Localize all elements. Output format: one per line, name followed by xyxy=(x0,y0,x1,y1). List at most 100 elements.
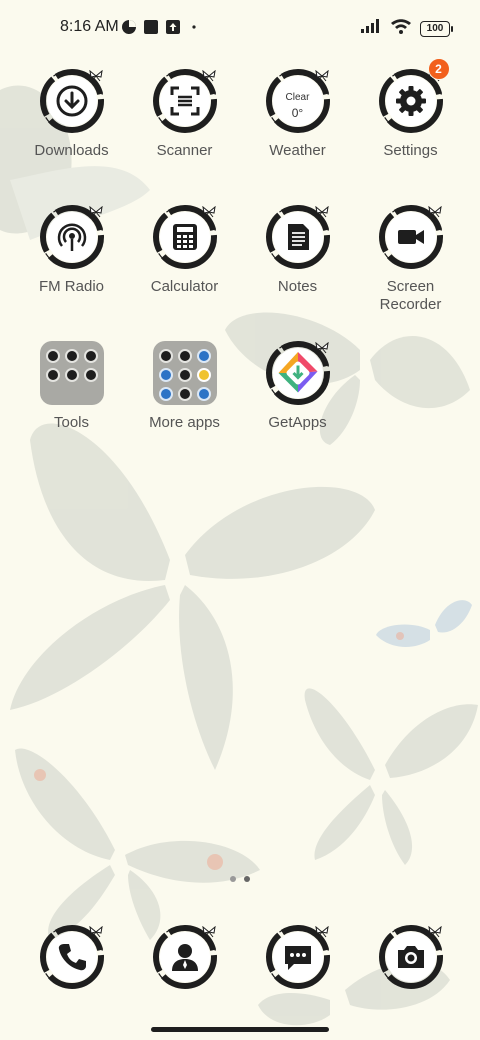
dock-camera[interactable] xyxy=(354,922,467,992)
signal-icon xyxy=(360,18,382,39)
dot-icon xyxy=(192,18,196,36)
notes-app-icon[interactable] xyxy=(263,202,333,272)
folder-more-apps[interactable]: More apps xyxy=(128,338,241,432)
folder-app-icon xyxy=(196,368,211,382)
upload-icon xyxy=(165,18,181,36)
status-indicators: 100 xyxy=(360,18,453,39)
app-label: Scanner xyxy=(156,142,213,159)
camera-icon xyxy=(397,946,424,968)
folder-app-icon xyxy=(158,349,173,363)
folder-preview xyxy=(39,341,104,405)
moth-icon xyxy=(428,926,441,938)
moth-icon xyxy=(202,926,215,938)
app-label: GetApps xyxy=(268,414,327,431)
moth-icon xyxy=(315,342,328,354)
folder-app-icon xyxy=(64,368,79,382)
message-icon xyxy=(284,946,311,970)
scanner-app-icon[interactable] xyxy=(150,66,220,136)
moth-icon xyxy=(202,70,215,82)
folder-app-icon xyxy=(45,349,60,363)
wifi-icon xyxy=(390,18,412,39)
app-label: Settings xyxy=(383,142,438,159)
app-label: Screen Recorder xyxy=(379,278,442,313)
folder-tools[interactable]: Tools xyxy=(15,338,128,432)
app-screen-recorder[interactable]: Screen Recorder xyxy=(354,202,467,314)
app-weather[interactable]: Clear 0° Weather xyxy=(241,66,354,160)
folder-app-icon xyxy=(83,349,98,363)
moth-icon xyxy=(89,70,102,82)
calculator-app-icon[interactable] xyxy=(150,202,220,272)
phone-icon xyxy=(58,944,86,971)
moth-icon xyxy=(315,926,328,938)
battery-icon: 100 xyxy=(420,20,453,37)
video-camera-icon xyxy=(397,230,424,244)
app-label: FM Radio xyxy=(38,278,105,295)
getapps-icon xyxy=(275,350,320,396)
getapps-app-icon[interactable] xyxy=(263,338,333,408)
app-scanner[interactable]: Scanner xyxy=(128,66,241,160)
weather-app-icon[interactable]: Clear 0° xyxy=(263,66,333,136)
app-getapps[interactable]: GetApps xyxy=(241,338,354,432)
weather-temperature: 0° xyxy=(291,106,304,120)
downloads-app-icon[interactable] xyxy=(37,66,107,136)
calculator-icon xyxy=(172,224,197,250)
folder-preview xyxy=(152,341,217,405)
app-notes[interactable]: Notes xyxy=(241,202,354,296)
moth-icon xyxy=(315,70,328,82)
app-fm-radio[interactable]: FM Radio xyxy=(15,202,128,296)
weather-condition: Clear xyxy=(285,92,310,103)
scanner-icon xyxy=(170,86,199,116)
moth-icon xyxy=(428,206,441,218)
folder-app-icon xyxy=(158,368,173,382)
gear-icon xyxy=(395,86,426,116)
folder-app-icon xyxy=(64,349,79,363)
fm-radio-app-icon[interactable] xyxy=(37,202,107,272)
moth-icon xyxy=(89,206,102,218)
folder-app-icon xyxy=(177,387,192,401)
app-downloads[interactable]: Downloads xyxy=(15,66,128,160)
dock xyxy=(15,922,467,1002)
page-indicator[interactable] xyxy=(0,876,480,886)
data-saver-icon xyxy=(121,18,137,36)
square-notification-icon xyxy=(143,18,159,36)
app-label: More apps xyxy=(149,414,220,431)
more-apps-folder-icon[interactable] xyxy=(150,338,220,408)
dock-contacts[interactable] xyxy=(128,922,241,992)
moth-icon xyxy=(202,206,215,218)
folder-app-icon xyxy=(83,368,98,382)
folder-app-icon xyxy=(158,387,173,401)
app-label: Tools xyxy=(53,414,90,431)
folder-app-icon xyxy=(45,368,60,382)
tools-folder-icon[interactable] xyxy=(37,338,107,408)
settings-app-icon[interactable]: 2 xyxy=(376,58,450,136)
camera-app-icon[interactable] xyxy=(376,922,446,992)
contact-icon xyxy=(171,944,198,971)
contacts-app-icon[interactable] xyxy=(150,922,220,992)
moth-icon xyxy=(315,206,328,218)
folder-app-icon xyxy=(177,368,192,382)
folder-app-icon xyxy=(196,387,211,401)
screen-recorder-app-icon[interactable] xyxy=(376,202,446,272)
app-label: Weather xyxy=(269,142,326,159)
page-dot-current[interactable] xyxy=(244,876,250,882)
notes-icon xyxy=(287,224,309,250)
messages-app-icon[interactable] xyxy=(263,922,333,992)
radio-icon xyxy=(57,223,86,251)
home-gesture-bar[interactable] xyxy=(151,1027,329,1032)
app-label: Notes xyxy=(277,278,318,295)
folder-app-icon xyxy=(196,349,211,363)
folder-app-icon xyxy=(177,349,192,363)
app-settings[interactable]: 2 Settings xyxy=(354,58,467,160)
moth-icon xyxy=(89,926,102,938)
clock: 8:16 AM xyxy=(60,18,119,35)
dock-messages[interactable] xyxy=(241,922,354,992)
app-label: Calculator xyxy=(150,278,219,295)
phone-app-icon[interactable] xyxy=(37,922,107,992)
page-dot[interactable] xyxy=(230,876,236,882)
notification-badge: 2 xyxy=(427,58,450,80)
dock-phone[interactable] xyxy=(15,922,128,992)
app-calculator[interactable]: Calculator xyxy=(128,202,241,296)
download-icon xyxy=(56,85,87,117)
status-bar: 8:16 AM 100 xyxy=(0,0,480,56)
app-label: Downloads xyxy=(34,142,109,159)
